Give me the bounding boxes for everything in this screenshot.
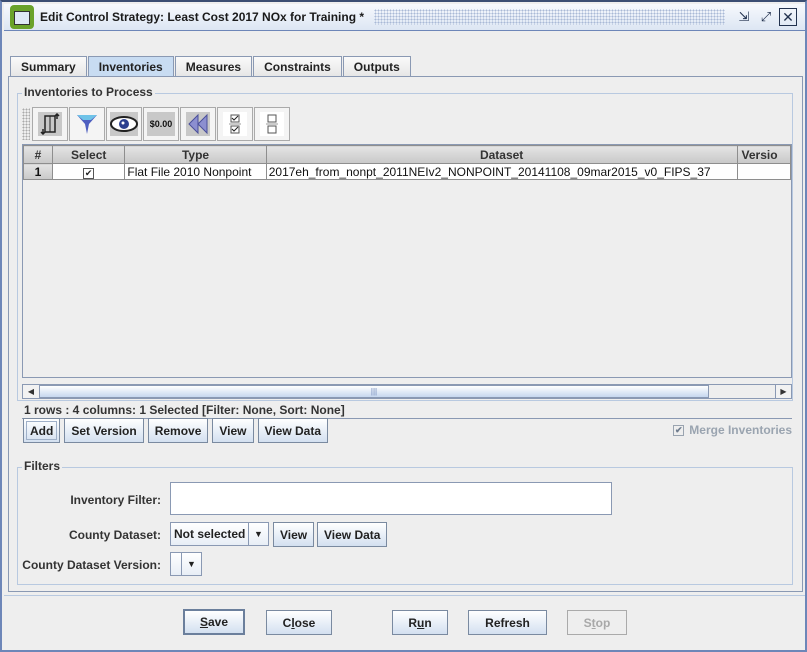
view-button[interactable]	[106, 107, 142, 141]
tab-summary[interactable]: Summary	[10, 56, 87, 76]
row-select-checkbox[interactable]: ✔	[83, 167, 95, 179]
county-dataset-label: County Dataset:	[68, 528, 161, 542]
format-currency-icon: $0.00	[147, 112, 175, 136]
column-header-select[interactable]: Select	[52, 145, 126, 164]
filters-group-label: Filters	[22, 459, 63, 473]
restore-down-icon[interactable]: ⇲	[735, 8, 753, 26]
tab-content-inventories: Inventories to Process $0.00 # Select Ty…	[8, 76, 803, 592]
row-type: Flat File 2010 Nonpoint	[124, 163, 267, 180]
chevron-down-icon[interactable]: ▼	[248, 523, 268, 545]
footer-divider	[4, 595, 805, 596]
refresh-button[interactable]: Refresh	[468, 610, 547, 635]
stop-label-pre: S	[583, 615, 592, 630]
run-label-pre: R	[408, 615, 417, 630]
tab-bar: Summary Inventories Measures Constraints…	[10, 56, 412, 77]
county-view-button[interactable]: View	[273, 522, 315, 547]
title-bar-grip	[374, 9, 725, 25]
table-status: 1 rows : 4 columns: 1 Selected [Filter: …	[22, 401, 792, 419]
sort-icon	[38, 112, 62, 136]
clear-selection-button[interactable]	[254, 107, 290, 141]
tab-measures[interactable]: Measures	[174, 56, 253, 76]
table-header-row: # Select Type Dataset Versio	[23, 145, 791, 164]
add-button[interactable]: Add	[23, 418, 61, 443]
tab-outputs[interactable]: Outputs	[342, 56, 411, 76]
inventory-filter-input[interactable]	[170, 482, 612, 515]
column-header-number[interactable]: #	[23, 145, 54, 164]
title-bar[interactable]: Edit Control Strategy: Least Cost 2017 N…	[4, 4, 805, 31]
clear-selection-icon	[260, 112, 284, 136]
county-dataset-select[interactable]: Not selected ▼	[170, 522, 269, 546]
horizontal-scrollbar[interactable]: ◀ ||| ▶	[22, 384, 792, 399]
window-frame: Edit Control Strategy: Least Cost 2017 N…	[0, 0, 807, 652]
view-data-button[interactable]: View Data	[257, 418, 329, 443]
select-all-icon	[223, 112, 247, 136]
inventory-filter-label: Inventory Filter:	[70, 493, 161, 507]
inventories-group: Inventories to Process $0.00 # Select Ty…	[17, 85, 793, 419]
app-icon	[10, 5, 34, 29]
row-version	[736, 163, 791, 180]
stop-label-post: op	[595, 615, 611, 630]
sort-button[interactable]	[32, 107, 68, 141]
run-label-post: n	[424, 615, 432, 630]
row-dataset: 2017eh_from_nonpt_2011NEIv2_NONPOINT_201…	[265, 163, 738, 180]
merge-inventories-label: Merge Inventories	[689, 423, 792, 437]
tab-constraints[interactable]: Constraints	[253, 56, 342, 76]
scrollbar-track[interactable]	[709, 385, 775, 398]
run-button[interactable]: Run	[392, 610, 448, 635]
set-version-button[interactable]: Set Version	[64, 418, 144, 443]
table-toolbar: $0.00	[22, 106, 788, 142]
save-label-post: ave	[207, 615, 229, 629]
toolbar-grip[interactable]	[22, 108, 30, 140]
stop-button[interactable]: St op	[567, 610, 627, 635]
column-header-dataset[interactable]: Dataset	[265, 145, 738, 164]
window-title: Edit Control Strategy: Least Cost 2017 N…	[40, 10, 365, 24]
table-row[interactable]: 1 ✔ Flat File 2010 Nonpoint 2017eh_from_…	[23, 163, 791, 180]
close-label-post: ose	[294, 615, 316, 630]
filter-button[interactable]	[69, 107, 105, 141]
save-button[interactable]: Save	[183, 609, 245, 635]
chevron-down-icon[interactable]: ▼	[181, 553, 201, 575]
tab-inventories[interactable]: Inventories	[87, 56, 174, 77]
close-label-pre: C	[282, 615, 292, 630]
merge-checkbox-box[interactable]: ✔	[673, 424, 685, 436]
close-button[interactable]: Cl ose	[266, 610, 332, 635]
filters-group: Filters Inventory Filter: County Dataset…	[17, 459, 793, 585]
maximize-icon[interactable]: ⤢	[757, 8, 775, 26]
county-view-data-button[interactable]: View Data	[317, 522, 388, 547]
select-all-button[interactable]	[217, 107, 253, 141]
run-mnemonic: u	[416, 615, 425, 630]
inventories-table: # Select Type Dataset Versio 1 ✔ Flat Fi…	[22, 144, 792, 378]
row-number: 1	[23, 163, 54, 180]
reset-button[interactable]	[180, 107, 216, 141]
close-icon[interactable]: ✕	[779, 8, 797, 26]
view-eye-icon	[110, 112, 138, 136]
view-button[interactable]: View	[212, 418, 254, 443]
filter-icon	[75, 112, 99, 136]
scroll-left-arrow-icon[interactable]: ◀	[23, 385, 39, 398]
column-header-version[interactable]: Versio	[736, 145, 791, 164]
remove-button[interactable]: Remove	[147, 418, 209, 443]
scrollbar-thumb[interactable]: |||	[39, 385, 709, 398]
inventories-group-label: Inventories to Process	[22, 85, 155, 99]
scroll-right-arrow-icon[interactable]: ▶	[775, 385, 791, 398]
inventory-actions: Add Set Version Remove View View Data	[23, 418, 329, 443]
merge-inventories-checkbox[interactable]: ✔ Merge Inventories	[673, 423, 792, 437]
county-dataset-version-select[interactable]: ▼	[170, 552, 202, 576]
row-select-cell[interactable]: ✔	[52, 163, 126, 180]
county-version-value	[171, 553, 181, 575]
format-button[interactable]: $0.00	[143, 107, 179, 141]
reset-icon	[186, 112, 210, 136]
save-mnemonic: S	[199, 615, 208, 629]
county-dataset-value: Not selected	[174, 527, 246, 541]
column-header-type[interactable]: Type	[124, 145, 267, 164]
county-dataset-version-label: County Dataset Version:	[22, 558, 161, 572]
